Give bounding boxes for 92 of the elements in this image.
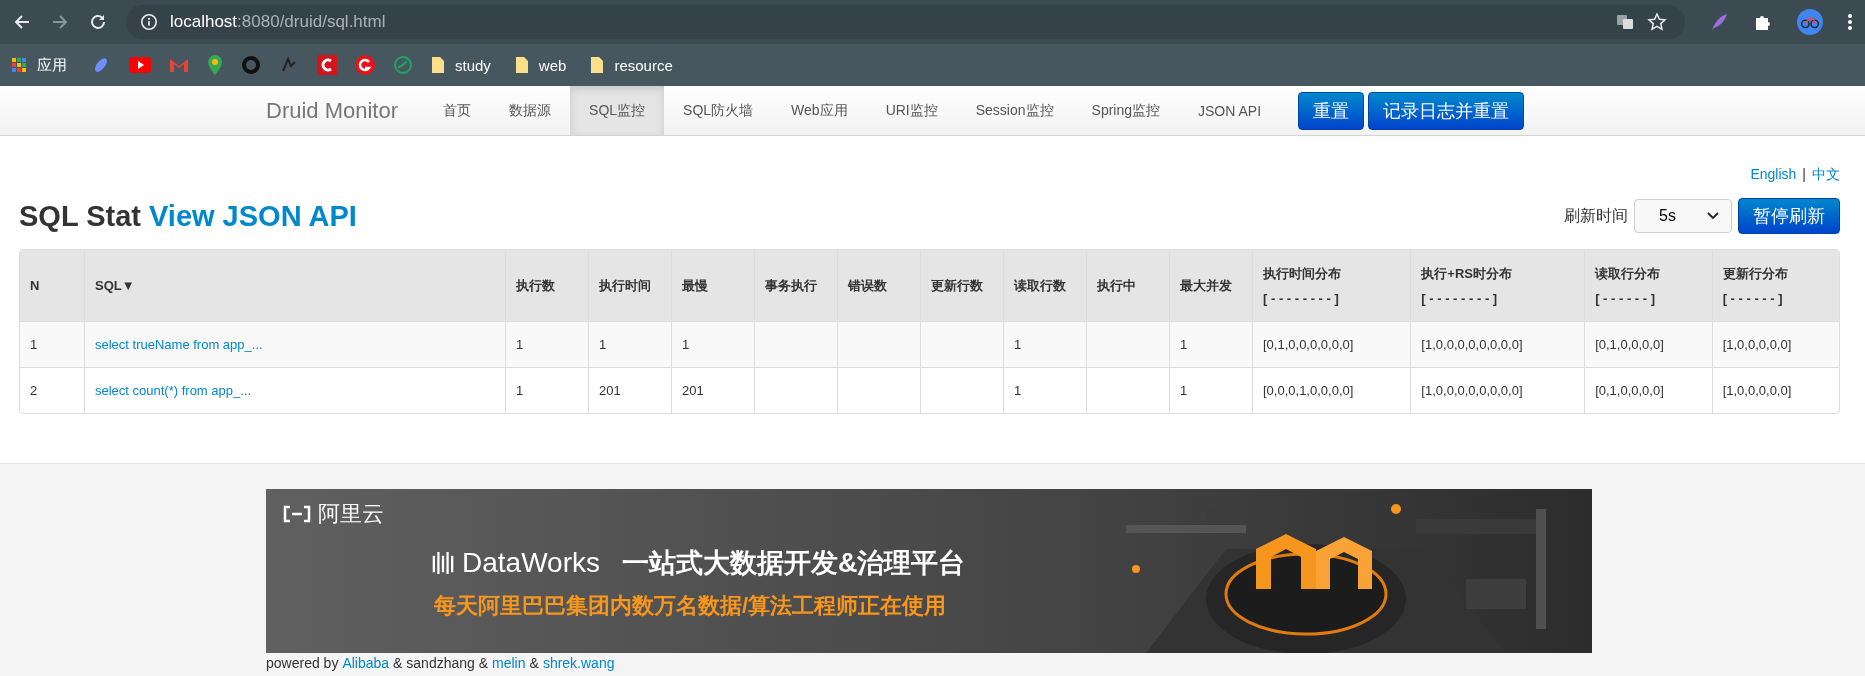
map-pin-icon[interactable]: [207, 54, 223, 76]
table-cell: 201: [671, 367, 755, 413]
nav-tab[interactable]: SQL监控: [570, 86, 665, 135]
table-cell: 1: [505, 321, 589, 368]
credit-link[interactable]: Alibaba: [342, 655, 390, 671]
table-cell: [1,0,0,0,0,0,0,0,0]: [1410, 367, 1585, 413]
table-cell: 1: [1169, 321, 1253, 368]
table-cell: [0,0,0,1,0,0,0,0]: [1252, 367, 1411, 413]
column-header: 执行时间: [588, 250, 672, 322]
apps-grid-icon: [12, 57, 27, 73]
banner-headline: 一站式大数据开发&治理平台: [621, 547, 966, 580]
refresh-select[interactable]: 5s: [1634, 199, 1732, 233]
folder-icon: [431, 56, 445, 74]
column-header: 错误数: [837, 250, 921, 322]
table-cell: [0,1,0,0,0,0,0,0]: [1252, 321, 1411, 368]
reset-button[interactable]: 记录日志并重置: [1368, 91, 1525, 130]
sql-link[interactable]: select trueName from app_...: [95, 337, 263, 352]
avatar-icon[interactable]: [1797, 9, 1823, 35]
c-logo-icon[interactable]: [317, 55, 337, 75]
nav-tab[interactable]: Spring监控: [1072, 86, 1180, 135]
g-logo-icon[interactable]: [355, 55, 375, 75]
info-icon[interactable]: [140, 13, 158, 31]
column-header: 最慢: [671, 250, 755, 322]
nav-tab[interactable]: SQL防火墙: [664, 86, 773, 135]
column-header: 最大并发: [1169, 250, 1253, 322]
table-cell: [1,0,0,0,0,0]: [1712, 367, 1839, 413]
column-header: 执行+RS时分布 [ - - - - - - - - ]: [1410, 250, 1585, 322]
table-cell: 1: [1169, 367, 1253, 413]
credit-link[interactable]: melin: [492, 655, 526, 671]
nav-tab[interactable]: URI监控: [866, 86, 957, 135]
brand-title[interactable]: Druid Monitor: [266, 86, 399, 135]
column-header: 更新行分布 [ - - - - - - ]: [1712, 250, 1839, 322]
table-cell: 2: [20, 367, 85, 413]
column-header: 事务执行: [754, 250, 838, 322]
feather-icon[interactable]: [1709, 12, 1729, 32]
folder-bookmark[interactable]: resource: [590, 56, 673, 74]
table-cell: 1: [588, 321, 672, 368]
banner-tagline: 每天阿里巴巴集团内数万名数据/算法工程师正在使用: [434, 592, 948, 620]
table-cell: [0,1,0,0,0,0]: [1584, 321, 1713, 368]
column-header: 执行时间分布 [ - - - - - - - - ]: [1252, 250, 1411, 322]
nav-tab[interactable]: JSON API: [1179, 86, 1281, 135]
address-bar[interactable]: localhost:8080/druid/sql.html: [126, 5, 1685, 39]
play-icon[interactable]: [129, 57, 151, 73]
table-cell: 1: [505, 367, 589, 413]
product-name: DataWorks: [462, 547, 600, 579]
table-cell: 1: [20, 321, 85, 368]
ad-banner[interactable]: 阿里云 DataWorks 一站式大数据开发&治理平台 每天阿里巴巴集团内数万名数据/算法工程师正在使用: [266, 489, 1592, 653]
table-cell: 1: [671, 321, 755, 368]
column-header: 执行数: [505, 250, 589, 322]
cloud-logo-icon: [282, 504, 312, 524]
column-header: 执行中: [1086, 250, 1170, 322]
folder-icon: [514, 56, 529, 74]
column-header[interactable]: SQL▼: [84, 250, 506, 322]
sql-link[interactable]: select count(*) from app_...: [95, 383, 252, 398]
credit-text: & sandzhang &: [393, 655, 489, 671]
language-link[interactable]: 中文: [1812, 166, 1840, 184]
credit-text: powered by: [266, 655, 339, 671]
folder-bookmark[interactable]: web: [514, 56, 567, 74]
banner-logo-text: 阿里云: [318, 500, 384, 528]
pause-refresh-button[interactable]: 暂停刷新: [1738, 198, 1840, 234]
url-text: localhost:8080/druid/sql.html: [170, 12, 386, 32]
nav-tab[interactable]: Session监控: [956, 86, 1073, 135]
translate-icon[interactable]: [1615, 12, 1635, 32]
column-header: 更新行数: [920, 250, 1004, 322]
nav-tab[interactable]: 首页: [424, 86, 491, 135]
table-cell: [1,0,0,0,0,0]: [1712, 321, 1839, 368]
menu-icon[interactable]: [1847, 12, 1853, 32]
folder-bookmark[interactable]: study: [431, 56, 491, 74]
nav-tab[interactable]: Web应用: [772, 86, 867, 135]
nav-tab[interactable]: 数据源: [490, 86, 571, 135]
table-cell: [0,1,0,0,0,0]: [1584, 367, 1713, 413]
column-header: 读取行数: [1003, 250, 1087, 322]
column-header: N: [20, 250, 85, 322]
reset-button[interactable]: 重置: [1298, 91, 1365, 130]
folder-icon: [590, 56, 605, 74]
refresh-label: 刷新时间: [1564, 205, 1628, 226]
chevron-icon: [1707, 212, 1719, 220]
apps-bookmark[interactable]: 应用: [12, 55, 67, 75]
json-api-link[interactable]: View JSON API: [149, 199, 357, 232]
language-link[interactable]: English: [1750, 166, 1797, 184]
table-cell: 1: [1003, 367, 1087, 413]
reload-icon[interactable]: [88, 12, 108, 32]
separator-text: |: [1802, 166, 1806, 184]
page-title: SQL Stat: [19, 199, 141, 232]
table-cell: 1: [1003, 321, 1087, 368]
credit-link[interactable]: shrek.wang: [542, 655, 615, 671]
table-cell: [1,0,0,0,0,0,0,0,0]: [1410, 321, 1585, 368]
table-cell: 201: [588, 367, 672, 413]
dataworks-logo-icon: [432, 550, 454, 576]
credit-text: &: [529, 655, 539, 671]
star-icon[interactable]: [1647, 12, 1667, 32]
column-header: 读取行分布 [ - - - - - - ]: [1584, 250, 1713, 322]
